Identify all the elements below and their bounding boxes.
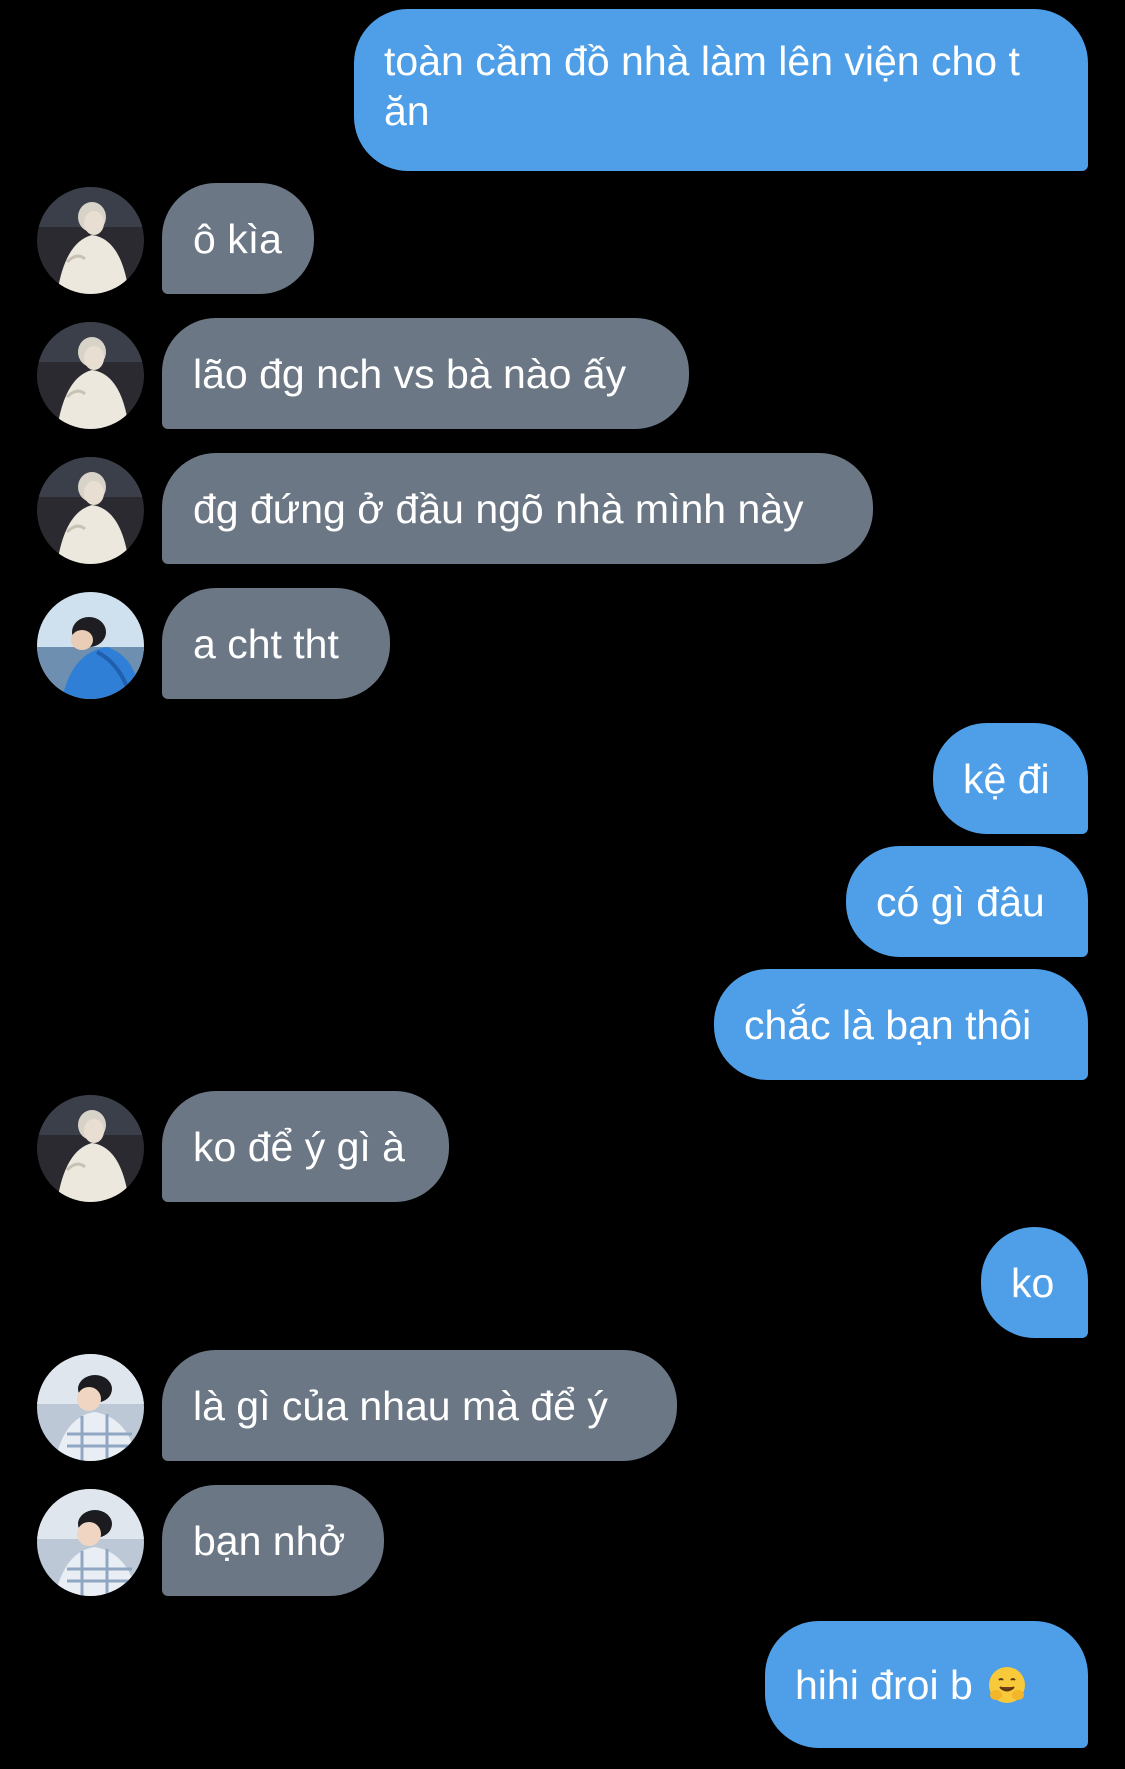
message-text: lão đg nch vs bà nào ấy — [193, 350, 627, 397]
sent-message[interactable]: toàn cầm đồ nhà làm lên viện cho t ăn — [354, 9, 1088, 171]
chat-thread[interactable]: toàn cầm đồ nhà làm lên viện cho t ăn ô … — [0, 0, 1125, 1769]
sent-message[interactable]: chắc là bạn thôi — [714, 969, 1088, 1080]
received-message[interactable]: a cht tht — [162, 588, 390, 699]
message-text: toàn cầm đồ nhà làm lên viện cho t ăn — [384, 38, 1020, 134]
avatar-white-coat[interactable] — [37, 457, 144, 564]
received-message[interactable]: là gì của nhau mà để ý — [162, 1350, 677, 1461]
sent-message[interactable]: kệ đi — [933, 723, 1088, 834]
avatar-plaid-shirt[interactable] — [37, 1489, 144, 1596]
avatar-plaid-shirt[interactable] — [37, 1354, 144, 1461]
message-text: ô kìa — [193, 215, 282, 262]
avatar-white-coat[interactable] — [37, 322, 144, 429]
received-message[interactable]: ô kìa — [162, 183, 314, 294]
received-message[interactable]: đg đứng ở đầu ngõ nhà mình này — [162, 453, 873, 564]
sent-message[interactable]: hihi đroi b — [765, 1621, 1088, 1748]
message-text: hihi đroi b — [795, 1661, 973, 1708]
message-text: đg đứng ở đầu ngõ nhà mình này — [193, 485, 804, 532]
message-text: kệ đi — [963, 755, 1050, 802]
sent-message[interactable]: ko — [981, 1227, 1088, 1338]
received-message[interactable]: bạn nhở — [162, 1485, 384, 1596]
message-text: a cht tht — [193, 620, 339, 667]
avatar-blue-jacket[interactable] — [37, 592, 144, 699]
message-text: bạn nhở — [193, 1517, 346, 1564]
avatar-white-coat[interactable] — [37, 187, 144, 294]
hugging-face-emoji-icon — [987, 1665, 1027, 1705]
message-text: chắc là bạn thôi — [744, 1001, 1032, 1048]
message-text: là gì của nhau mà để ý — [193, 1382, 608, 1429]
message-text: có gì đâu — [876, 878, 1045, 925]
avatar-white-coat[interactable] — [37, 1095, 144, 1202]
received-message[interactable]: ko để ý gì à — [162, 1091, 449, 1202]
sent-message[interactable]: có gì đâu — [846, 846, 1088, 957]
message-text: ko — [1011, 1259, 1055, 1306]
message-text: ko để ý gì à — [193, 1123, 405, 1170]
received-message[interactable]: lão đg nch vs bà nào ấy — [162, 318, 689, 429]
